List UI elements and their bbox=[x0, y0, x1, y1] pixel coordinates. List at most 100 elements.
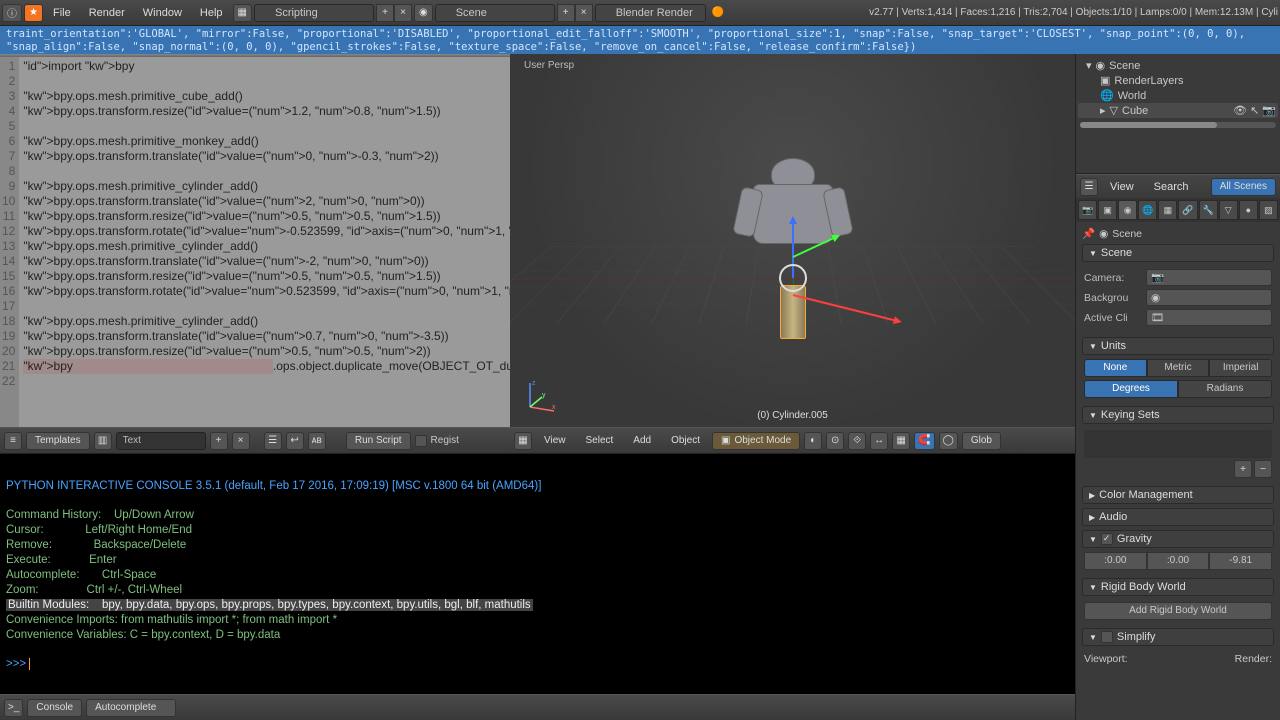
outliner-display-dropdown[interactable]: All Scenes bbox=[1211, 178, 1276, 196]
syntax-highlight-toggle[interactable]: ᴀʙ bbox=[308, 432, 326, 450]
autocomplete-button[interactable]: Autocomplete bbox=[86, 699, 176, 717]
manipulator-toggle-icon[interactable]: ⟐ bbox=[848, 432, 866, 450]
shading-mode-icon[interactable]: ◐ bbox=[804, 432, 822, 450]
unit-system-segmented[interactable]: None Metric Imperial bbox=[1084, 359, 1272, 377]
mode-dropdown[interactable]: ▣ Object Mode bbox=[712, 432, 800, 450]
panel-color-management[interactable]: ▶Color Management bbox=[1082, 486, 1274, 504]
keying-set-list[interactable] bbox=[1084, 430, 1272, 458]
layout-del-btn[interactable]: × bbox=[394, 4, 412, 22]
gravity-x[interactable]: :0.00 bbox=[1084, 552, 1147, 570]
restrict-render-icon[interactable]: 📷 bbox=[1262, 104, 1276, 117]
tab-modifiers[interactable]: 🔧 bbox=[1199, 200, 1218, 220]
menu-help[interactable]: Help bbox=[192, 5, 231, 21]
background-field[interactable]: ◉ bbox=[1146, 289, 1272, 306]
screen-browse-icon[interactable]: ▦ bbox=[233, 4, 252, 22]
outliner-world[interactable]: World bbox=[1118, 90, 1147, 102]
scene-add-btn[interactable]: + bbox=[557, 4, 575, 22]
text-filename-field[interactable]: Text bbox=[116, 432, 206, 450]
gravity-vector[interactable]: :0.00 :0.00 -9.81 bbox=[1084, 552, 1272, 570]
tab-material[interactable]: ● bbox=[1239, 200, 1258, 220]
gravity-y[interactable]: :0.00 bbox=[1147, 552, 1210, 570]
panel-gravity[interactable]: ▼Gravity bbox=[1082, 530, 1274, 548]
blender-logo-icon[interactable]: ★ bbox=[24, 4, 43, 22]
editor-type-3dview-icon[interactable]: ▦ bbox=[514, 432, 532, 450]
add-menu[interactable]: Add bbox=[625, 433, 659, 448]
templates-menu[interactable]: Templates bbox=[26, 432, 90, 450]
add-rigid-body-button[interactable]: Add Rigid Body World bbox=[1084, 602, 1272, 620]
tab-constraints[interactable]: 🔗 bbox=[1178, 200, 1197, 220]
outliner-search-menu[interactable]: Search bbox=[1146, 179, 1197, 195]
keying-add-btn[interactable]: + bbox=[1234, 460, 1252, 478]
tab-world[interactable]: 🌐 bbox=[1138, 200, 1157, 220]
text-add-btn[interactable]: + bbox=[210, 432, 228, 450]
outliner-scene[interactable]: Scene bbox=[1109, 60, 1140, 72]
activeclip-field[interactable]: 🎞 bbox=[1146, 309, 1272, 326]
manipulator-translate-icon[interactable]: ↔ bbox=[870, 432, 888, 450]
tab-object[interactable]: ▦ bbox=[1158, 200, 1177, 220]
keying-remove-btn[interactable]: − bbox=[1254, 460, 1272, 478]
disclosure-icon[interactable]: ▾ bbox=[1086, 59, 1092, 72]
editor-type-icon[interactable]: ⓘ bbox=[2, 4, 22, 22]
editor-type-outliner-icon[interactable]: ☰ bbox=[1080, 178, 1098, 196]
run-script-button[interactable]: Run Script bbox=[346, 432, 411, 450]
tab-scene[interactable]: ◉ bbox=[1118, 200, 1137, 220]
proportional-edit-icon[interactable]: ◯ bbox=[939, 432, 958, 450]
text-unlink-btn[interactable]: × bbox=[232, 432, 250, 450]
show-linenumbers-toggle[interactable]: ☰ bbox=[264, 432, 282, 450]
scene-dropdown[interactable]: Scene bbox=[435, 4, 555, 22]
outliner-cube[interactable]: Cube bbox=[1122, 105, 1148, 117]
disclosure-icon[interactable]: ▸ bbox=[1100, 104, 1106, 117]
tab-render[interactable]: 📷 bbox=[1078, 200, 1097, 220]
tab-texture[interactable]: ▨ bbox=[1259, 200, 1278, 220]
menu-file[interactable]: File bbox=[45, 5, 79, 21]
unit-metric[interactable]: Metric bbox=[1147, 359, 1210, 377]
pin-icon[interactable]: 📌 bbox=[1082, 227, 1095, 240]
word-wrap-toggle[interactable]: ↩ bbox=[286, 432, 304, 450]
tab-data[interactable]: ▽ bbox=[1219, 200, 1238, 220]
menu-window[interactable]: Window bbox=[135, 5, 190, 21]
menu-render[interactable]: Render bbox=[81, 5, 133, 21]
unit-imperial[interactable]: Imperial bbox=[1209, 359, 1272, 377]
layout-add-btn[interactable]: + bbox=[376, 4, 394, 22]
panel-audio[interactable]: ▶Audio bbox=[1082, 508, 1274, 526]
code-text[interactable]: "id">import "kw">bpy "kw">bpy.ops.mesh.p… bbox=[19, 57, 510, 427]
scene-browse-icon[interactable]: ◉ bbox=[414, 4, 433, 22]
panel-scene[interactable]: ▼Scene bbox=[1082, 244, 1274, 262]
select-menu[interactable]: Select bbox=[578, 433, 622, 448]
panel-simplify[interactable]: ▼Simplify bbox=[1082, 628, 1274, 646]
layers-icon[interactable]: ▦ bbox=[892, 432, 910, 450]
render-engine-dropdown[interactable]: Blender Render bbox=[595, 4, 706, 22]
outliner[interactable]: ▾◉Scene ▣RenderLayers 🌐World ▸▽Cube 👁 ↖ … bbox=[1076, 54, 1280, 174]
register-checkbox[interactable] bbox=[415, 435, 427, 447]
tab-renderlayers[interactable]: ▣ bbox=[1098, 200, 1117, 220]
editor-type-console-icon[interactable]: >_ bbox=[4, 699, 23, 717]
simplify-checkbox[interactable] bbox=[1101, 631, 1113, 643]
screen-layout-dropdown[interactable]: Scripting bbox=[254, 4, 374, 22]
orientation-dropdown[interactable]: Glob bbox=[962, 432, 1001, 450]
panel-rigid-body[interactable]: ▼Rigid Body World bbox=[1082, 578, 1274, 596]
pivot-icon[interactable]: ⊙ bbox=[826, 432, 844, 450]
object-menu[interactable]: Object bbox=[663, 433, 708, 448]
text-browse-icon[interactable]: ▥ bbox=[94, 432, 112, 450]
gravity-checkbox[interactable] bbox=[1101, 533, 1113, 545]
console-text[interactable]: PYTHON INTERACTIVE CONSOLE 3.5.1 (defaul… bbox=[0, 454, 1075, 694]
panel-units[interactable]: ▼Units bbox=[1082, 337, 1274, 355]
unit-none[interactable]: None bbox=[1084, 359, 1147, 377]
camera-field[interactable]: 📷 bbox=[1146, 269, 1272, 286]
3d-viewport-canvas[interactable]: User Persp bbox=[510, 54, 1075, 427]
outliner-renderlayers[interactable]: RenderLayers bbox=[1114, 75, 1183, 87]
editor-type-text-icon[interactable]: ≡ bbox=[4, 432, 22, 450]
scene-del-btn[interactable]: × bbox=[575, 4, 593, 22]
console-menu[interactable]: Console bbox=[27, 699, 82, 717]
angle-degrees[interactable]: Degrees bbox=[1084, 380, 1178, 398]
gravity-z[interactable]: -9.81 bbox=[1209, 552, 1272, 570]
view-menu[interactable]: View bbox=[536, 433, 574, 448]
panel-keying-sets[interactable]: ▼Keying Sets bbox=[1082, 406, 1274, 424]
angle-radians[interactable]: Radians bbox=[1178, 380, 1272, 398]
angle-unit-segmented[interactable]: Degrees Radians bbox=[1084, 380, 1272, 398]
restrict-view-icon[interactable]: 👁 bbox=[1233, 104, 1247, 117]
outliner-view-menu[interactable]: View bbox=[1102, 179, 1142, 195]
restrict-select-icon[interactable]: ↖ bbox=[1250, 104, 1259, 117]
snap-icon[interactable]: 🧲 bbox=[914, 432, 934, 450]
outliner-scrollbar[interactable] bbox=[1080, 122, 1276, 128]
